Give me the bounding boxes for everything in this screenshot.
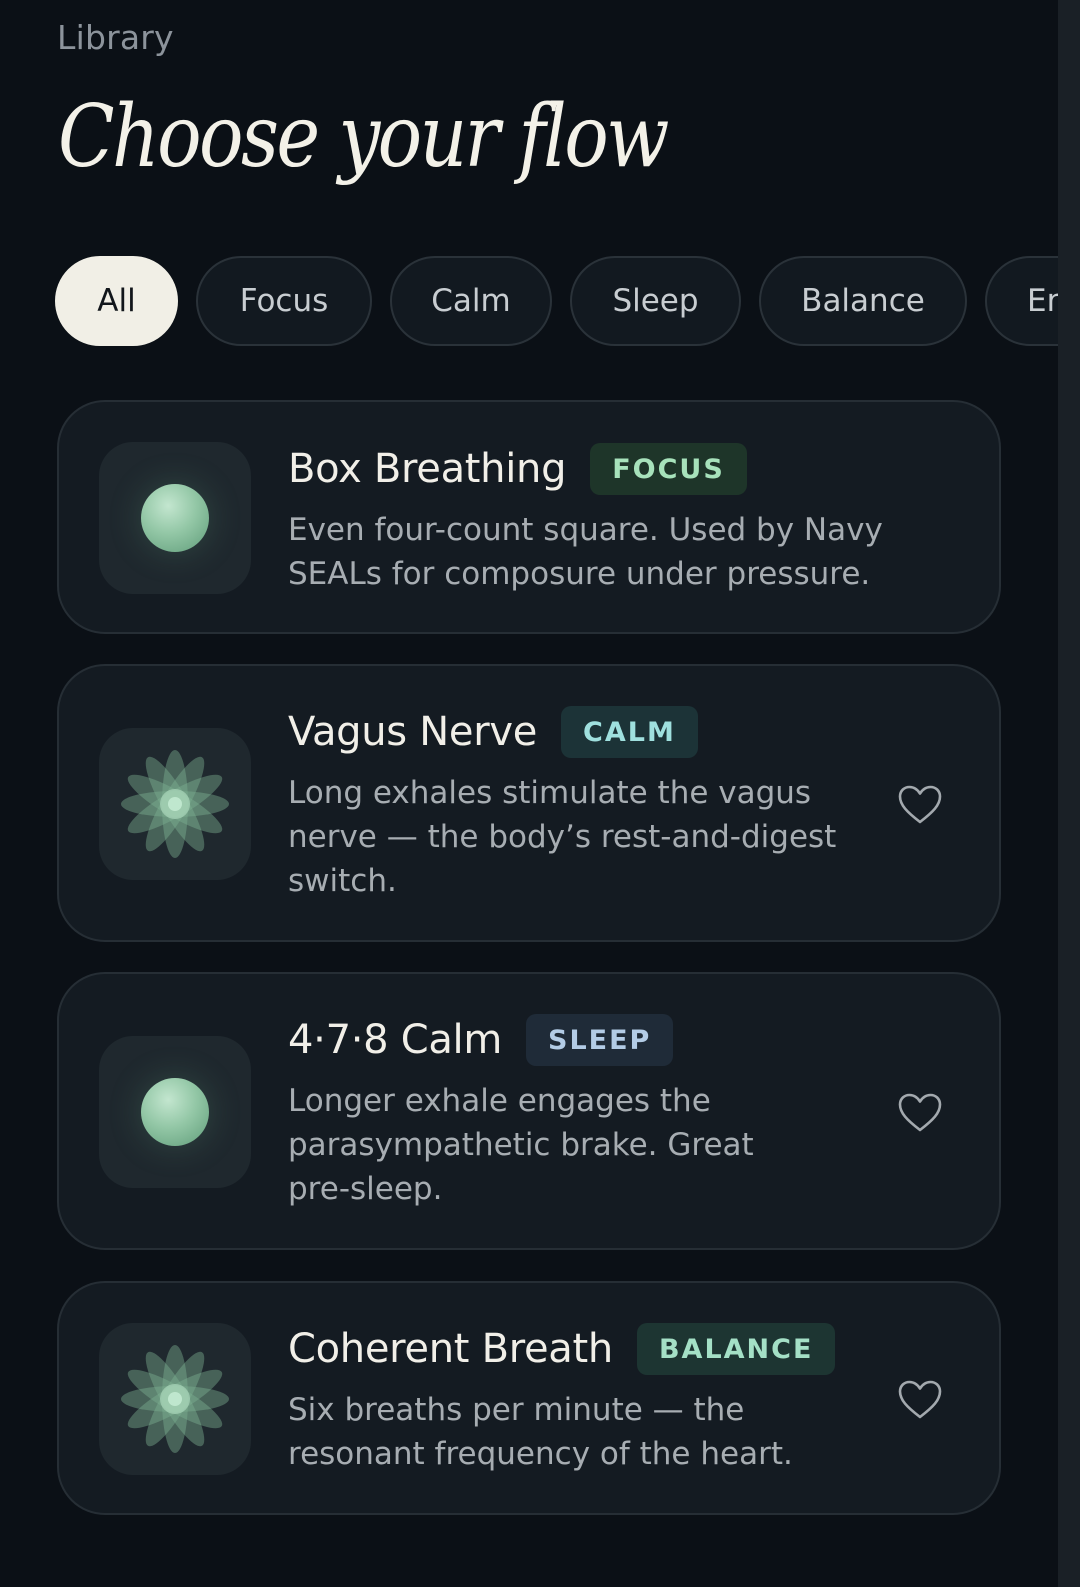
filter-chip-calm[interactable]: Calm [390,256,552,346]
filter-chip-partial[interactable]: Er [985,256,1058,346]
heart-icon[interactable] [897,1092,943,1134]
flower-icon [99,728,251,880]
session-title: 4·7·8 Calm [288,1017,503,1063]
filter-chip-sleep[interactable]: Sleep [570,256,741,346]
heart-icon[interactable] [897,1379,943,1421]
filter-chip-focus[interactable]: Focus [196,256,372,346]
category-tag: SLEEP [526,1014,674,1066]
category-tag: BALANCE [636,1323,836,1375]
filter-chips: All Focus Calm Sleep Balance Er [55,256,1058,350]
session-description: Longer exhale engages the parasympatheti… [288,1083,754,1207]
session-title: Box Breathing [288,446,567,492]
session-card-box-breathing[interactable]: Box Breathing FOCUS Even four-count squa… [57,400,1001,634]
session-card-478-calm[interactable]: 4·7·8 Calm SLEEP Longer exhale engages t… [57,972,1001,1250]
flower-icon [99,1323,251,1475]
session-card-vagus-nerve[interactable]: Vagus Nerve CALM Long exhales stimulate … [57,664,1001,942]
session-card-coherent-breath[interactable]: Coherent Breath BALANCE Six breaths per … [57,1281,1001,1515]
filter-chip-balance[interactable]: Balance [759,256,967,346]
page-title: Choose your flow [58,87,669,187]
library-screen: Library Choose your flow All Focus Calm … [0,0,1058,1587]
session-title: Coherent Breath [288,1326,613,1372]
session-description: Even four-count square. Used by Navy SEA… [288,512,883,592]
category-tag: CALM [561,706,698,758]
orb-icon [99,1036,251,1188]
session-title: Vagus Nerve [288,709,538,755]
heart-icon[interactable] [897,784,943,826]
scrollbar[interactable] [1058,0,1080,1587]
session-description: Six breaths per minute — the resonant fr… [288,1392,793,1472]
section-eyebrow: Library [57,18,174,57]
session-description: Long exhales stimulate the vagus nerve —… [288,775,837,899]
orb-icon [99,442,251,594]
category-tag: FOCUS [590,443,747,495]
filter-chip-all[interactable]: All [55,256,178,346]
